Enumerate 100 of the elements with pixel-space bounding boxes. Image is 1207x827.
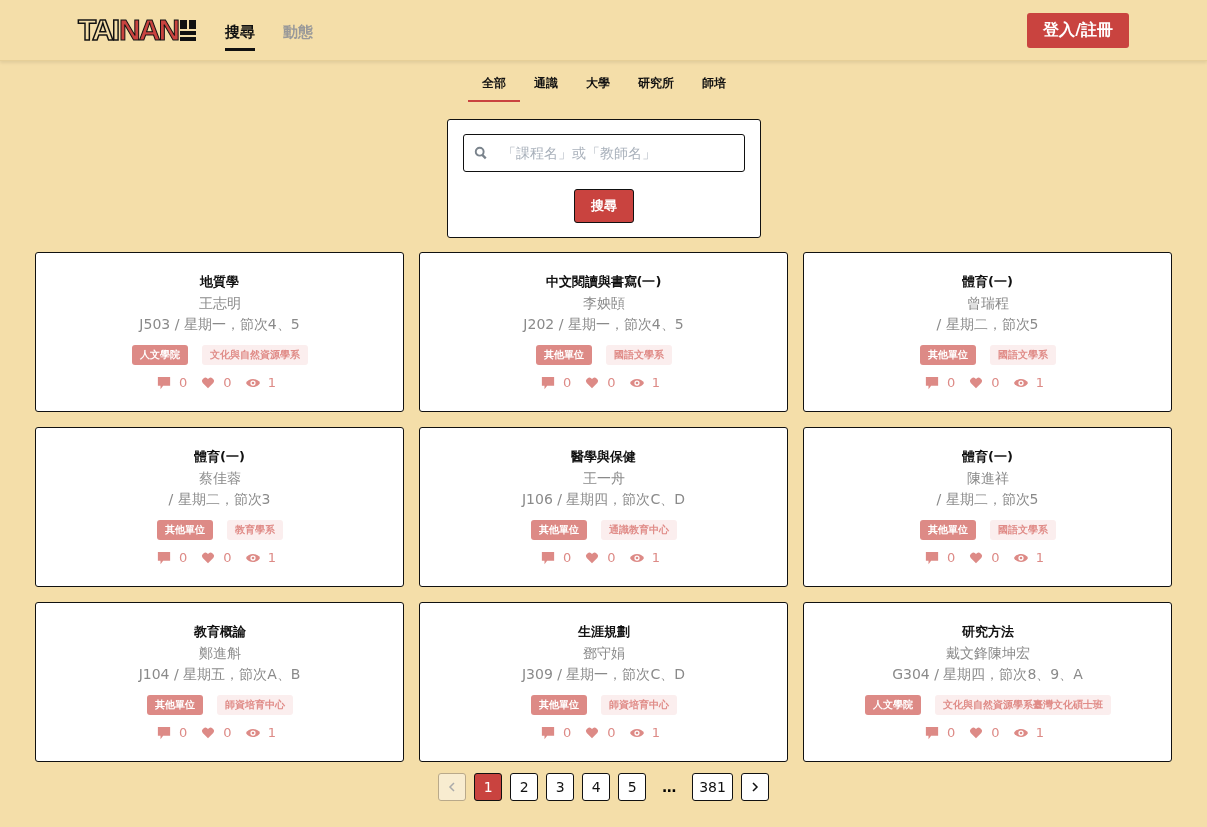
view-count: 1 [651,375,660,390]
course-title: 醫學與保健 [571,448,636,466]
page-button[interactable]: 3 [546,773,575,801]
teacher-name: 王一舟 [582,470,625,488]
comment-icon [925,375,940,390]
college-tag: 人文學院 [864,695,921,715]
like-count: 0 [223,550,232,565]
college-tag: 人文學院 [131,345,188,365]
page-button[interactable]: 1 [474,773,503,801]
teacher-name: 鄧守娟 [582,645,625,663]
department-tag: 文化與自然資源學系臺灣文化碩士班 [934,695,1111,715]
course-card[interactable]: 醫學與保健 王一舟 J106 / 星期四，節次C、D 其他單位 通識教育中心 0 0 1 [419,427,788,587]
course-title: 體育(一) [962,273,1013,291]
like-count: 0 [991,375,1000,390]
department-tag: 國語文學系 [605,345,672,365]
course-card[interactable]: 體育(一) 曾瑞程 / 星期二，節次5 其他單位 國語文學系 0 0 1 [803,252,1172,412]
course-schedule: J503 / 星期一，節次4、5 [139,316,300,334]
page-button[interactable]: 2 [510,773,539,801]
chevron-right-icon [749,782,760,792]
like-count: 0 [607,725,616,740]
college-tag: 其他單位 [156,520,213,540]
teacher-name: 蔡佳蓉 [198,470,241,488]
department-tag: 國語文學系 [989,345,1056,365]
heart-icon [969,725,984,740]
like-count: 0 [607,550,616,565]
heart-icon [969,375,984,390]
search-field[interactable]: 「課程名」或「教師名」 [462,134,745,172]
category-tab[interactable]: 全部 [467,69,520,102]
course-title: 體育(一) [194,448,245,466]
comment-count: 0 [947,375,956,390]
department-tag: 國語文學系 [989,520,1056,540]
page-button[interactable]: 4 [582,773,611,801]
teacher-name: 李姎頣 [582,295,625,313]
course-card[interactable]: 研究方法 戴文鋒陳坤宏 G304 / 星期四，節次8、9、A 人文學院 文化與自然資源學系臺灣文化碩士班 0 0 1 [803,602,1172,762]
college-tag: 其他單位 [919,520,976,540]
comment-icon [541,375,556,390]
comment-icon [157,550,172,565]
department-tag: 師資培育中心 [600,695,677,715]
view-count: 1 [267,375,276,390]
course-card[interactable]: 體育(一) 陳進祥 / 星期二，節次5 其他單位 國語文學系 0 0 1 [803,427,1172,587]
next-page-button[interactable] [740,773,769,801]
comment-count: 0 [947,550,956,565]
course-card[interactable]: 中文閱讀與書寫(一) 李姎頣 J202 / 星期一，節次4、5 其他單位 國語文學系 0 0 1 [419,252,788,412]
heart-icon [585,550,600,565]
like-count: 0 [991,725,1000,740]
view-count: 1 [651,725,660,740]
page-button[interactable]: 5 [618,773,647,801]
like-count: 0 [991,550,1000,565]
category-tab[interactable]: 師培 [687,69,740,102]
course-schedule: G304 / 星期四，節次8、9、A [892,666,1083,684]
teacher-name: 曾瑞程 [966,295,1009,313]
course-schedule: / 星期二，節次5 [936,316,1039,334]
view-count: 1 [651,550,660,565]
course-schedule: / 星期二，節次5 [936,491,1039,509]
department-tag: 教育學系 [226,520,283,540]
course-schedule: / 星期二，節次3 [168,491,271,509]
view-count: 1 [1035,725,1044,740]
comment-count: 0 [563,725,572,740]
course-card[interactable]: 地質學 王志明 J503 / 星期一，節次4、5 人文學院 文化與自然資源學系 0 0 1 [35,252,404,412]
course-schedule: J106 / 星期四，節次C、D [522,491,685,509]
search-icon [473,146,488,160]
college-tag: 其他單位 [919,345,976,365]
view-count: 1 [267,725,276,740]
comment-count: 0 [179,375,188,390]
comment-icon [541,725,556,740]
category-tab[interactable]: 通識 [519,69,572,102]
login-button[interactable]: 登入/註冊 [1027,12,1129,48]
comment-count: 0 [947,725,956,740]
category-tab[interactable]: 研究所 [623,69,688,102]
heart-icon [201,550,216,565]
comment-count: 0 [179,725,188,740]
college-tag: 其他單位 [535,345,592,365]
category-tab[interactable]: 大學 [571,69,624,102]
comment-icon [925,725,940,740]
heart-icon [585,375,600,390]
comment-icon [157,375,172,390]
department-tag: 師資培育中心 [216,695,293,715]
course-card[interactable]: 教育概論 鄭進斛 J104 / 星期五，節次A、B 其他單位 師資培育中心 0 0 1 [35,602,404,762]
chevron-left-icon [447,782,458,792]
course-title: 教育概論 [193,623,246,641]
course-schedule: J202 / 星期一，節次4、5 [523,316,684,334]
teacher-name: 鄭進斛 [198,645,241,663]
comment-count: 0 [563,375,572,390]
course-schedule: J104 / 星期五，節次A、B [138,666,301,684]
department-tag: 通識教育中心 [600,520,677,540]
logo[interactable]: TAINAN [78,13,198,47]
nav-tab[interactable]: 搜尋 [225,9,256,51]
view-count: 1 [267,550,276,565]
course-card[interactable]: 體育(一) 蔡佳蓉 / 星期二，節次3 其他單位 教育學系 0 0 1 [35,427,404,587]
comment-icon [157,725,172,740]
course-schedule: J309 / 星期一，節次C、D [522,666,685,684]
teacher-name: 王志明 [198,295,241,313]
heart-icon [201,725,216,740]
course-title: 研究方法 [961,623,1014,641]
comment-count: 0 [563,550,572,565]
heart-icon [969,550,984,565]
course-card[interactable]: 生涯規劃 鄧守娟 J309 / 星期一，節次C、D 其他單位 師資培育中心 0 0 1 [419,602,788,762]
search-button[interactable]: 搜尋 [573,189,634,223]
page-button[interactable]: 381 [692,773,733,801]
comment-count: 0 [179,550,188,565]
